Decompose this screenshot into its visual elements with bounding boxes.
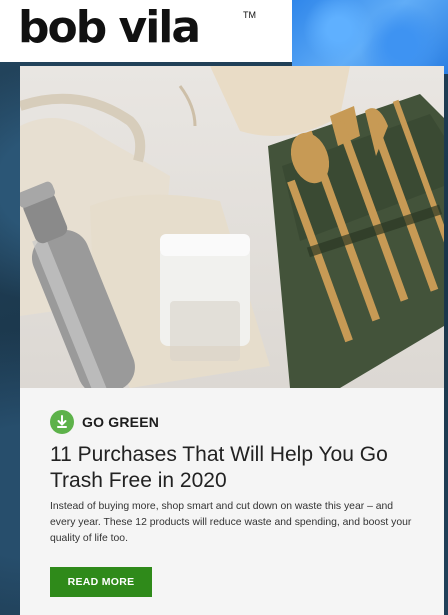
- header: bob vila TM: [0, 0, 292, 62]
- article-card: GO GREEN 11 Purchases That Will Help You…: [20, 66, 444, 615]
- eco-products-illustration: [20, 66, 444, 388]
- brand-logo[interactable]: bob vila: [18, 2, 201, 54]
- trademark-mark: TM: [243, 10, 256, 20]
- category-tag[interactable]: GO GREEN: [50, 410, 159, 434]
- leaf-download-icon: [50, 410, 74, 434]
- category-label: GO GREEN: [82, 414, 160, 430]
- hero-image[interactable]: [20, 66, 444, 388]
- article-title[interactable]: 11 Purchases That Will Help You Go Trash…: [50, 442, 430, 494]
- water-texture: [292, 0, 448, 74]
- article-description: Instead of buying more, shop smart and c…: [50, 501, 412, 545]
- read-more-button[interactable]: READ MORE: [50, 567, 152, 597]
